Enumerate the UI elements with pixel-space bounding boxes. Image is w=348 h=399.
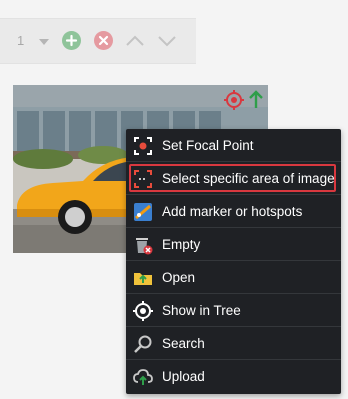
- remove-button[interactable]: [94, 31, 113, 50]
- chevron-up-icon: [126, 35, 144, 46]
- menu-item-search[interactable]: Search: [126, 327, 341, 360]
- menu-item-open[interactable]: Open: [126, 261, 341, 294]
- editor-panel: 1 Set Focal Point Select specific area o…: [0, 0, 348, 399]
- menu-item-label: Upload: [162, 369, 205, 384]
- add-button[interactable]: [62, 31, 81, 50]
- close-icon: [98, 35, 109, 46]
- search-icon: [133, 334, 153, 354]
- menu-item-set-focal-point[interactable]: Set Focal Point: [126, 129, 341, 162]
- target-icon: [133, 301, 153, 321]
- menu-item-label: Show in Tree: [162, 303, 241, 318]
- menu-item-add-marker[interactable]: Add marker or hotspots: [126, 195, 341, 228]
- index-select-value: 1: [17, 33, 25, 48]
- focal-point-icon: [133, 136, 153, 156]
- menu-item-label: Search: [162, 336, 205, 351]
- chevron-down-icon: [158, 36, 176, 47]
- chevron-down-icon: [39, 39, 49, 45]
- move-down-button[interactable]: [156, 31, 178, 51]
- arrow-up-icon[interactable]: [248, 89, 264, 114]
- cloud-upload-icon: [133, 367, 153, 387]
- menu-item-empty[interactable]: Empty: [126, 228, 341, 261]
- trash-icon: [133, 235, 153, 255]
- menu-item-show-in-tree[interactable]: Show in Tree: [126, 294, 341, 327]
- menu-item-label: Set Focal Point: [162, 138, 254, 153]
- menu-item-upload[interactable]: Upload: [126, 360, 341, 393]
- index-select[interactable]: 1: [0, 28, 52, 54]
- crop-area-icon: [133, 169, 153, 189]
- menu-item-label: Add marker or hotspots: [162, 204, 303, 219]
- marker-hotspot-icon: [133, 202, 153, 222]
- image-context-menu: Set Focal Point Select specific area of …: [126, 129, 341, 394]
- image-toolbar: 1: [0, 18, 196, 64]
- menu-item-label: Empty: [162, 237, 201, 252]
- menu-item-label: Open: [162, 270, 196, 285]
- plus-icon: [65, 34, 78, 47]
- focal-point-marker-icon[interactable]: [224, 90, 244, 115]
- menu-item-label: Select specific area of image: [162, 171, 335, 186]
- folder-open-icon: [133, 268, 153, 288]
- move-up-button[interactable]: [124, 31, 146, 51]
- menu-item-select-area[interactable]: Select specific area of image: [126, 162, 341, 195]
